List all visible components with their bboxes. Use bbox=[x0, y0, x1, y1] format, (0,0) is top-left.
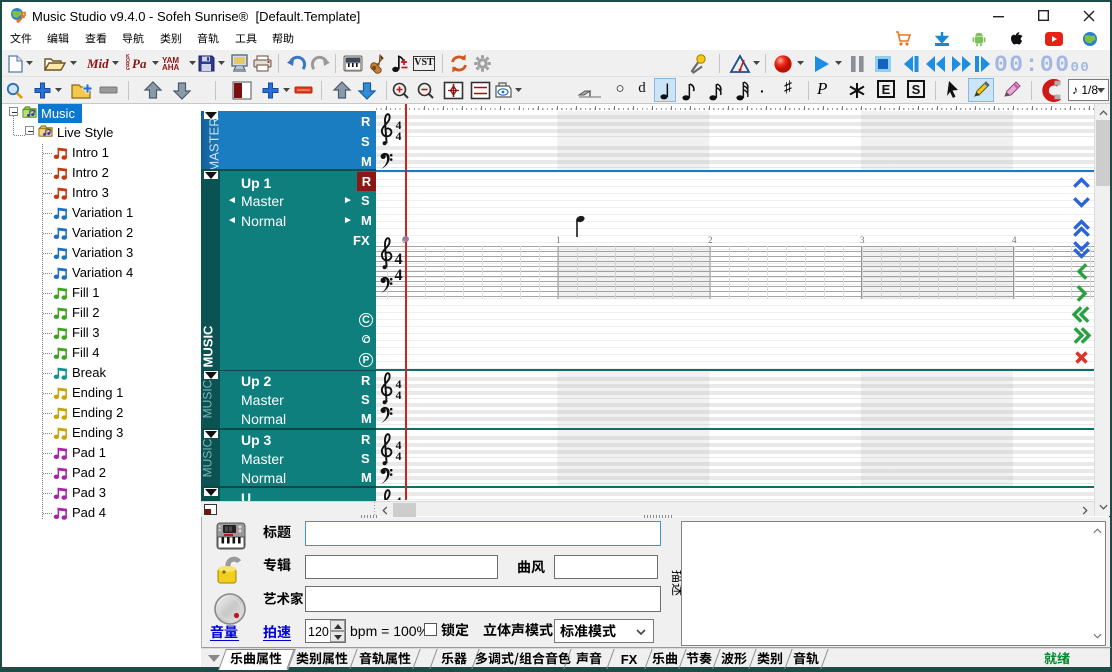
svg-text:4: 4 bbox=[395, 251, 403, 268]
svg-text:4: 4 bbox=[396, 449, 402, 463]
svg-text:4: 4 bbox=[396, 129, 402, 143]
svg-text:4: 4 bbox=[396, 388, 402, 402]
svg-text:4: 4 bbox=[395, 267, 403, 284]
svg-text:4: 4 bbox=[396, 494, 402, 500]
